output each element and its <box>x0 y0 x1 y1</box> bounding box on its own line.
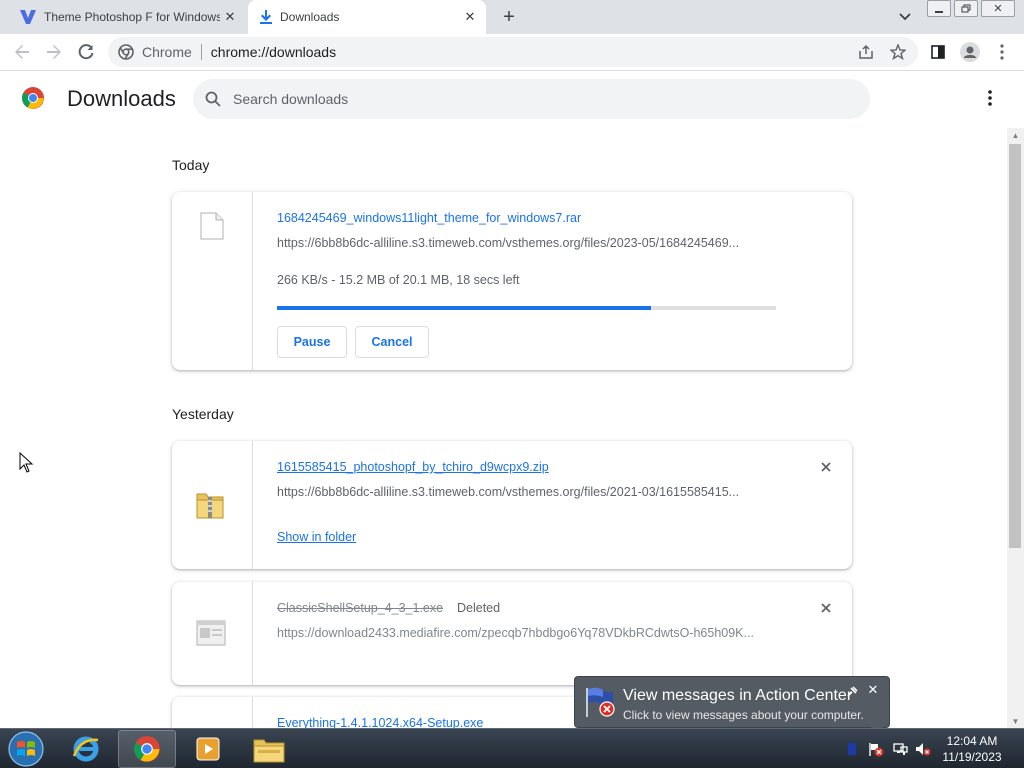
scroll-thumb[interactable] <box>1009 144 1021 548</box>
share-icon[interactable] <box>854 40 878 64</box>
source-url: https://6bb8b6dc-alliline.s3.timeweb.com… <box>277 236 740 250</box>
bookmark-star-icon[interactable] <box>886 40 910 64</box>
start-button-windows-orb-icon[interactable] <box>6 730 46 768</box>
chrome-menu-icon[interactable] <box>990 40 1014 64</box>
downloads-header: Downloads <box>0 72 1024 126</box>
file-name-deleted: ClassicShellSetup_4_3_1.exe <box>277 601 444 615</box>
search-downloads-box[interactable] <box>193 79 870 119</box>
balloon-options-icon[interactable] <box>846 685 858 703</box>
file-icon-column <box>172 192 253 370</box>
minimize-button[interactable] <box>927 0 951 17</box>
site-label: Chrome <box>142 44 192 60</box>
download-progress-fill <box>277 306 652 310</box>
chrome-logo-icon <box>21 86 45 110</box>
source-url: https://download2433.mediafire.com/zpecq… <box>277 626 754 640</box>
url-text: chrome://downloads <box>210 44 337 60</box>
show-in-folder-link[interactable]: Show in folder <box>277 530 356 544</box>
file-name-link[interactable]: 1684245469_windows11light_theme_for_wind… <box>277 211 581 225</box>
exe-file-icon <box>196 620 226 651</box>
section-today: Today <box>172 157 210 173</box>
new-tab-button[interactable]: + <box>497 5 521 29</box>
search-icon <box>205 91 221 107</box>
page-scrollbar[interactable]: ▲ ▼ <box>1007 128 1024 728</box>
window-controls: ✕ <box>927 0 1018 18</box>
file-name-link[interactable]: 1615585415_photoshopf_by_tchiro_d9wcpx9.… <box>277 460 549 474</box>
mouse-cursor-icon <box>19 451 34 479</box>
remove-item-close-icon[interactable] <box>816 598 836 618</box>
search-input[interactable] <box>233 91 793 107</box>
download-status: 266 KB/s - 15.2 MB of 20.1 MB, 18 secs l… <box>277 273 520 287</box>
download-icon <box>260 10 272 24</box>
chrome-taskbar-icon[interactable] <box>118 730 176 768</box>
remove-item-close-icon[interactable] <box>816 457 836 477</box>
action-center-tray-icon[interactable] <box>868 741 884 757</box>
window-close-button[interactable]: ✕ <box>981 0 1015 17</box>
clock-time: 12:04 AM <box>946 734 998 748</box>
omnibox-divider <box>200 44 202 60</box>
source-url: https://6bb8b6dc-alliline.s3.timeweb.com… <box>277 485 740 499</box>
action-center-flag-icon <box>583 685 617 724</box>
tab-close-icon[interactable]: ✕ <box>220 7 240 27</box>
file-icon <box>200 212 224 245</box>
pause-button[interactable]: Pause <box>277 326 347 358</box>
v-site-icon <box>20 10 36 24</box>
tab-search-chevron-icon[interactable] <box>894 6 916 28</box>
taskbar-clock[interactable]: 12:04 AM 11/19/2023 <box>940 733 1004 765</box>
cancel-button[interactable]: Cancel <box>355 326 429 358</box>
media-player-taskbar-icon[interactable] <box>179 730 237 768</box>
file-icon-column <box>172 441 253 569</box>
tab-downloads[interactable]: Downloads ✕ <box>248 0 486 34</box>
page-title: Downloads <box>67 86 176 111</box>
profile-avatar-icon[interactable] <box>958 40 982 64</box>
download-item-body: ClassicShellSetup_4_3_1.exe Deleted http… <box>277 582 852 685</box>
file-icon-column <box>172 582 253 685</box>
tab-title: Theme Photoshop F for Windows <box>44 10 220 24</box>
network-tray-icon[interactable] <box>892 741 908 757</box>
internet-explorer-taskbar-icon[interactable] <box>57 730 115 768</box>
tab-strip: Theme Photoshop F for Windows ✕ Download… <box>0 0 1024 34</box>
balloon-close-icon[interactable]: ✕ <box>865 682 881 698</box>
action-center-balloon[interactable]: View messages in Action Center Click to … <box>574 676 890 735</box>
download-progress-bar <box>277 306 776 310</box>
download-item-body: 1615585415_photoshopf_by_tchiro_d9wcpx9.… <box>277 441 852 569</box>
deleted-label: Deleted <box>457 601 501 615</box>
tray-blue-app-icon[interactable] <box>844 741 860 757</box>
back-arrow-icon[interactable] <box>10 40 34 64</box>
forward-arrow-icon[interactable] <box>42 40 66 64</box>
browser-toolbar: Chrome chrome://downloads <box>0 34 1024 71</box>
tab-close-icon[interactable]: ✕ <box>460 7 480 27</box>
volume-muted-tray-icon[interactable] <box>915 741 931 757</box>
downloads-menu-icon[interactable] <box>978 86 1002 110</box>
restore-button[interactable] <box>954 0 978 17</box>
reload-icon[interactable] <box>74 40 98 64</box>
balloon-subtitle: Click to view messages about your comput… <box>623 708 864 722</box>
download-item-exe-deleted: ClassicShellSetup_4_3_1.exe Deleted http… <box>172 582 852 685</box>
clock-date: 11/19/2023 <box>942 750 1002 764</box>
file-explorer-taskbar-icon[interactable] <box>240 730 298 768</box>
download-item-rar: 1684245469_windows11light_theme_for_wind… <box>172 192 852 370</box>
tab-theme-photoshop[interactable]: Theme Photoshop F for Windows ✕ <box>8 0 246 34</box>
scroll-up-arrow-icon[interactable]: ▲ <box>1007 128 1024 142</box>
chrome-site-icon <box>118 44 134 60</box>
download-item-zip: 1615585415_photoshopf_by_tchiro_d9wcpx9.… <box>172 441 852 569</box>
scroll-down-arrow-icon[interactable]: ▼ <box>1007 714 1024 728</box>
side-panel-icon[interactable] <box>926 40 950 64</box>
section-yesterday: Yesterday <box>172 406 234 422</box>
windows-taskbar: 12:04 AM 11/19/2023 <box>0 728 1024 768</box>
zip-folder-icon <box>195 488 225 525</box>
download-item-body: 1684245469_windows11light_theme_for_wind… <box>277 192 852 370</box>
address-bar[interactable]: Chrome chrome://downloads <box>108 37 918 67</box>
balloon-title: View messages in Action Center <box>623 687 853 704</box>
tab-title: Downloads <box>280 10 340 24</box>
